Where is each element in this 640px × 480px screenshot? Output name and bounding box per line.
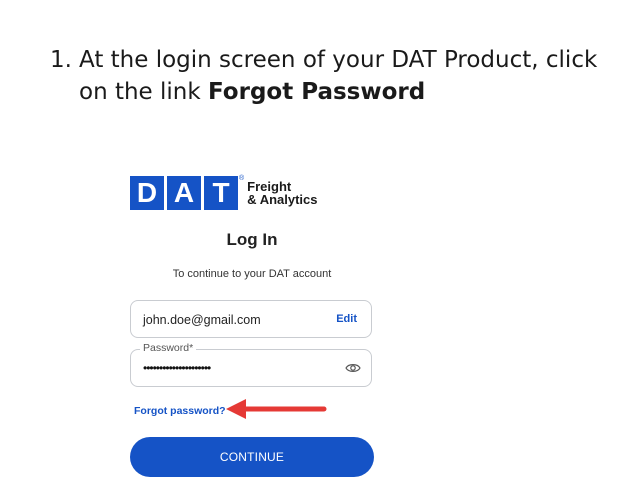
eye-icon[interactable] bbox=[345, 361, 361, 375]
page-subtitle: To continue to your DAT account bbox=[172, 268, 332, 280]
edit-email-link[interactable]: Edit bbox=[336, 313, 357, 325]
arrow-left-icon bbox=[226, 399, 327, 419]
logo-tile-a: A bbox=[167, 176, 201, 210]
email-value: john.doe@gmail.com bbox=[143, 313, 261, 327]
login-screenshot: D A T ® Freight & Analytics Log In To co… bbox=[120, 168, 390, 480]
logo-tile-t: T bbox=[204, 176, 238, 210]
step-highlight: Forgot Password bbox=[208, 79, 426, 105]
registered-mark: ® bbox=[239, 175, 245, 182]
logo-line-analytics: & Analytics bbox=[247, 192, 318, 207]
instruction-step: 1. At the login screen of your DAT Produ… bbox=[50, 44, 620, 108]
page-title: Log In bbox=[226, 230, 278, 249]
step-text: At the login screen of your DAT Product,… bbox=[79, 44, 620, 108]
step-number: 1. bbox=[50, 47, 72, 73]
password-label: Password* bbox=[140, 342, 197, 354]
continue-button[interactable]: CONTINUE bbox=[130, 437, 374, 477]
logo-subtitle: Freight & Analytics bbox=[247, 180, 317, 206]
logo-tiles: D A T bbox=[130, 176, 238, 210]
dat-logo: D A T ® Freight & Analytics bbox=[130, 175, 318, 210]
password-mask: ••••••••••••••••••••• bbox=[143, 361, 211, 375]
forgot-password-link[interactable]: Forgot password? bbox=[134, 405, 226, 417]
email-field[interactable]: john.doe@gmail.com Edit bbox=[130, 300, 372, 338]
logo-tile-d: D bbox=[130, 176, 164, 210]
password-field[interactable]: Password* ••••••••••••••••••••• bbox=[130, 342, 372, 387]
